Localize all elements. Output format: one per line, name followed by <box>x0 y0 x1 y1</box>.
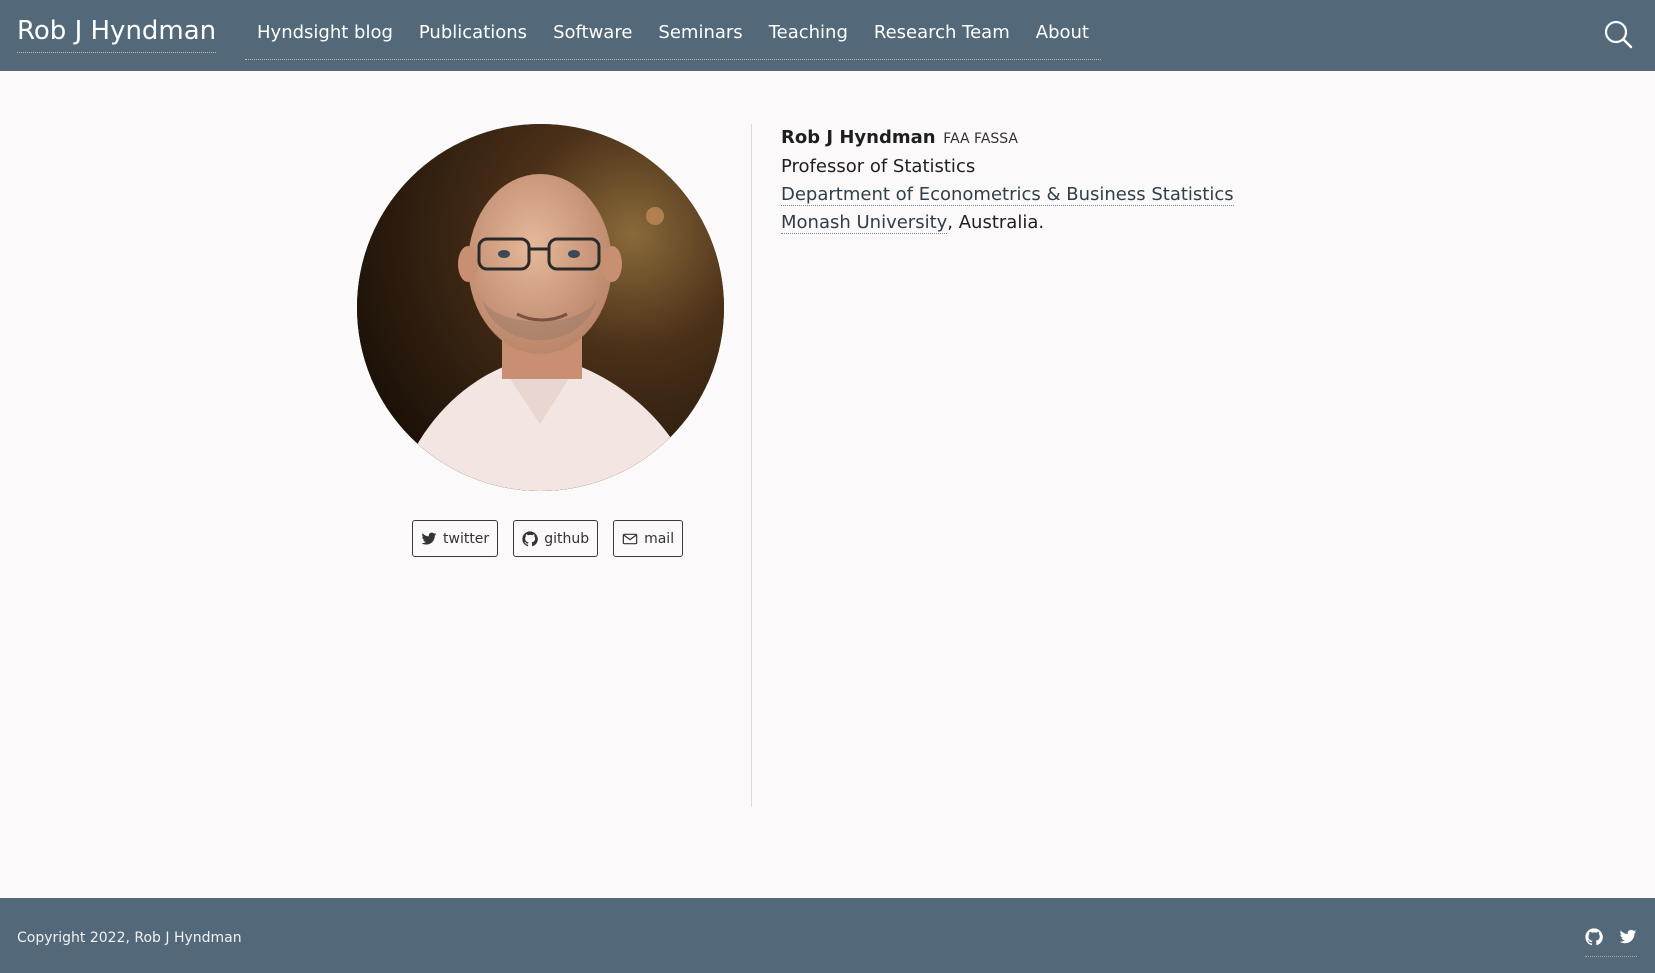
nav-item-hyndsight-blog[interactable]: Hyndsight blog <box>257 18 393 48</box>
nav-item-software[interactable]: Software <box>553 18 632 48</box>
department-line: Department of Econometrics & Business St… <box>781 181 1234 209</box>
name-line: Rob J Hyndman FAA FASSA <box>781 124 1234 153</box>
department-link[interactable]: Department of Econometrics & Business St… <box>781 184 1234 206</box>
github-icon[interactable] <box>1585 928 1603 946</box>
twitter-icon <box>421 531 437 547</box>
mail-label: mail <box>644 530 675 547</box>
footer-social-icons <box>1585 928 1637 957</box>
country-text: , Australia. <box>947 212 1045 233</box>
profile-photo <box>357 124 724 491</box>
site-footer: Copyright 2022, Rob J Hyndman <box>0 898 1655 973</box>
github-icon <box>522 530 539 547</box>
nav-item-teaching[interactable]: Teaching <box>769 18 848 48</box>
nav-item-publications[interactable]: Publications <box>419 18 527 48</box>
twitter-label: twitter <box>443 530 490 547</box>
main-nav: Hyndsight blog Publications Software Sem… <box>245 18 1101 60</box>
nav-item-seminars[interactable]: Seminars <box>658 18 742 48</box>
twitter-icon[interactable] <box>1619 928 1637 946</box>
github-label: github <box>544 530 590 547</box>
github-button[interactable]: github <box>513 520 599 557</box>
person-name: Rob J Hyndman <box>781 127 936 148</box>
mail-button[interactable]: mail <box>613 520 684 557</box>
copyright-text: Copyright 2022, Rob J Hyndman <box>17 930 242 946</box>
university-link[interactable]: Monash University <box>781 212 948 234</box>
profile-info: Rob J Hyndman FAA FASSA Professor of Sta… <box>781 124 1234 237</box>
mail-icon <box>622 531 638 547</box>
nav-item-research-team[interactable]: Research Team <box>874 18 1010 48</box>
twitter-button[interactable]: twitter <box>412 520 499 557</box>
job-title: Professor of Statistics <box>781 156 976 177</box>
site-title-link[interactable]: Rob J Hyndman <box>17 14 217 53</box>
column-divider <box>751 124 752 807</box>
nav-item-about[interactable]: About <box>1036 18 1089 48</box>
search-icon[interactable] <box>1603 19 1633 49</box>
university-line: Monash University, Australia. <box>781 209 1234 237</box>
site-header: Rob J Hyndman Hyndsight blog Publication… <box>0 0 1655 71</box>
person-honors: FAA FASSA <box>943 131 1019 147</box>
social-links: twitter github mail <box>412 520 684 557</box>
